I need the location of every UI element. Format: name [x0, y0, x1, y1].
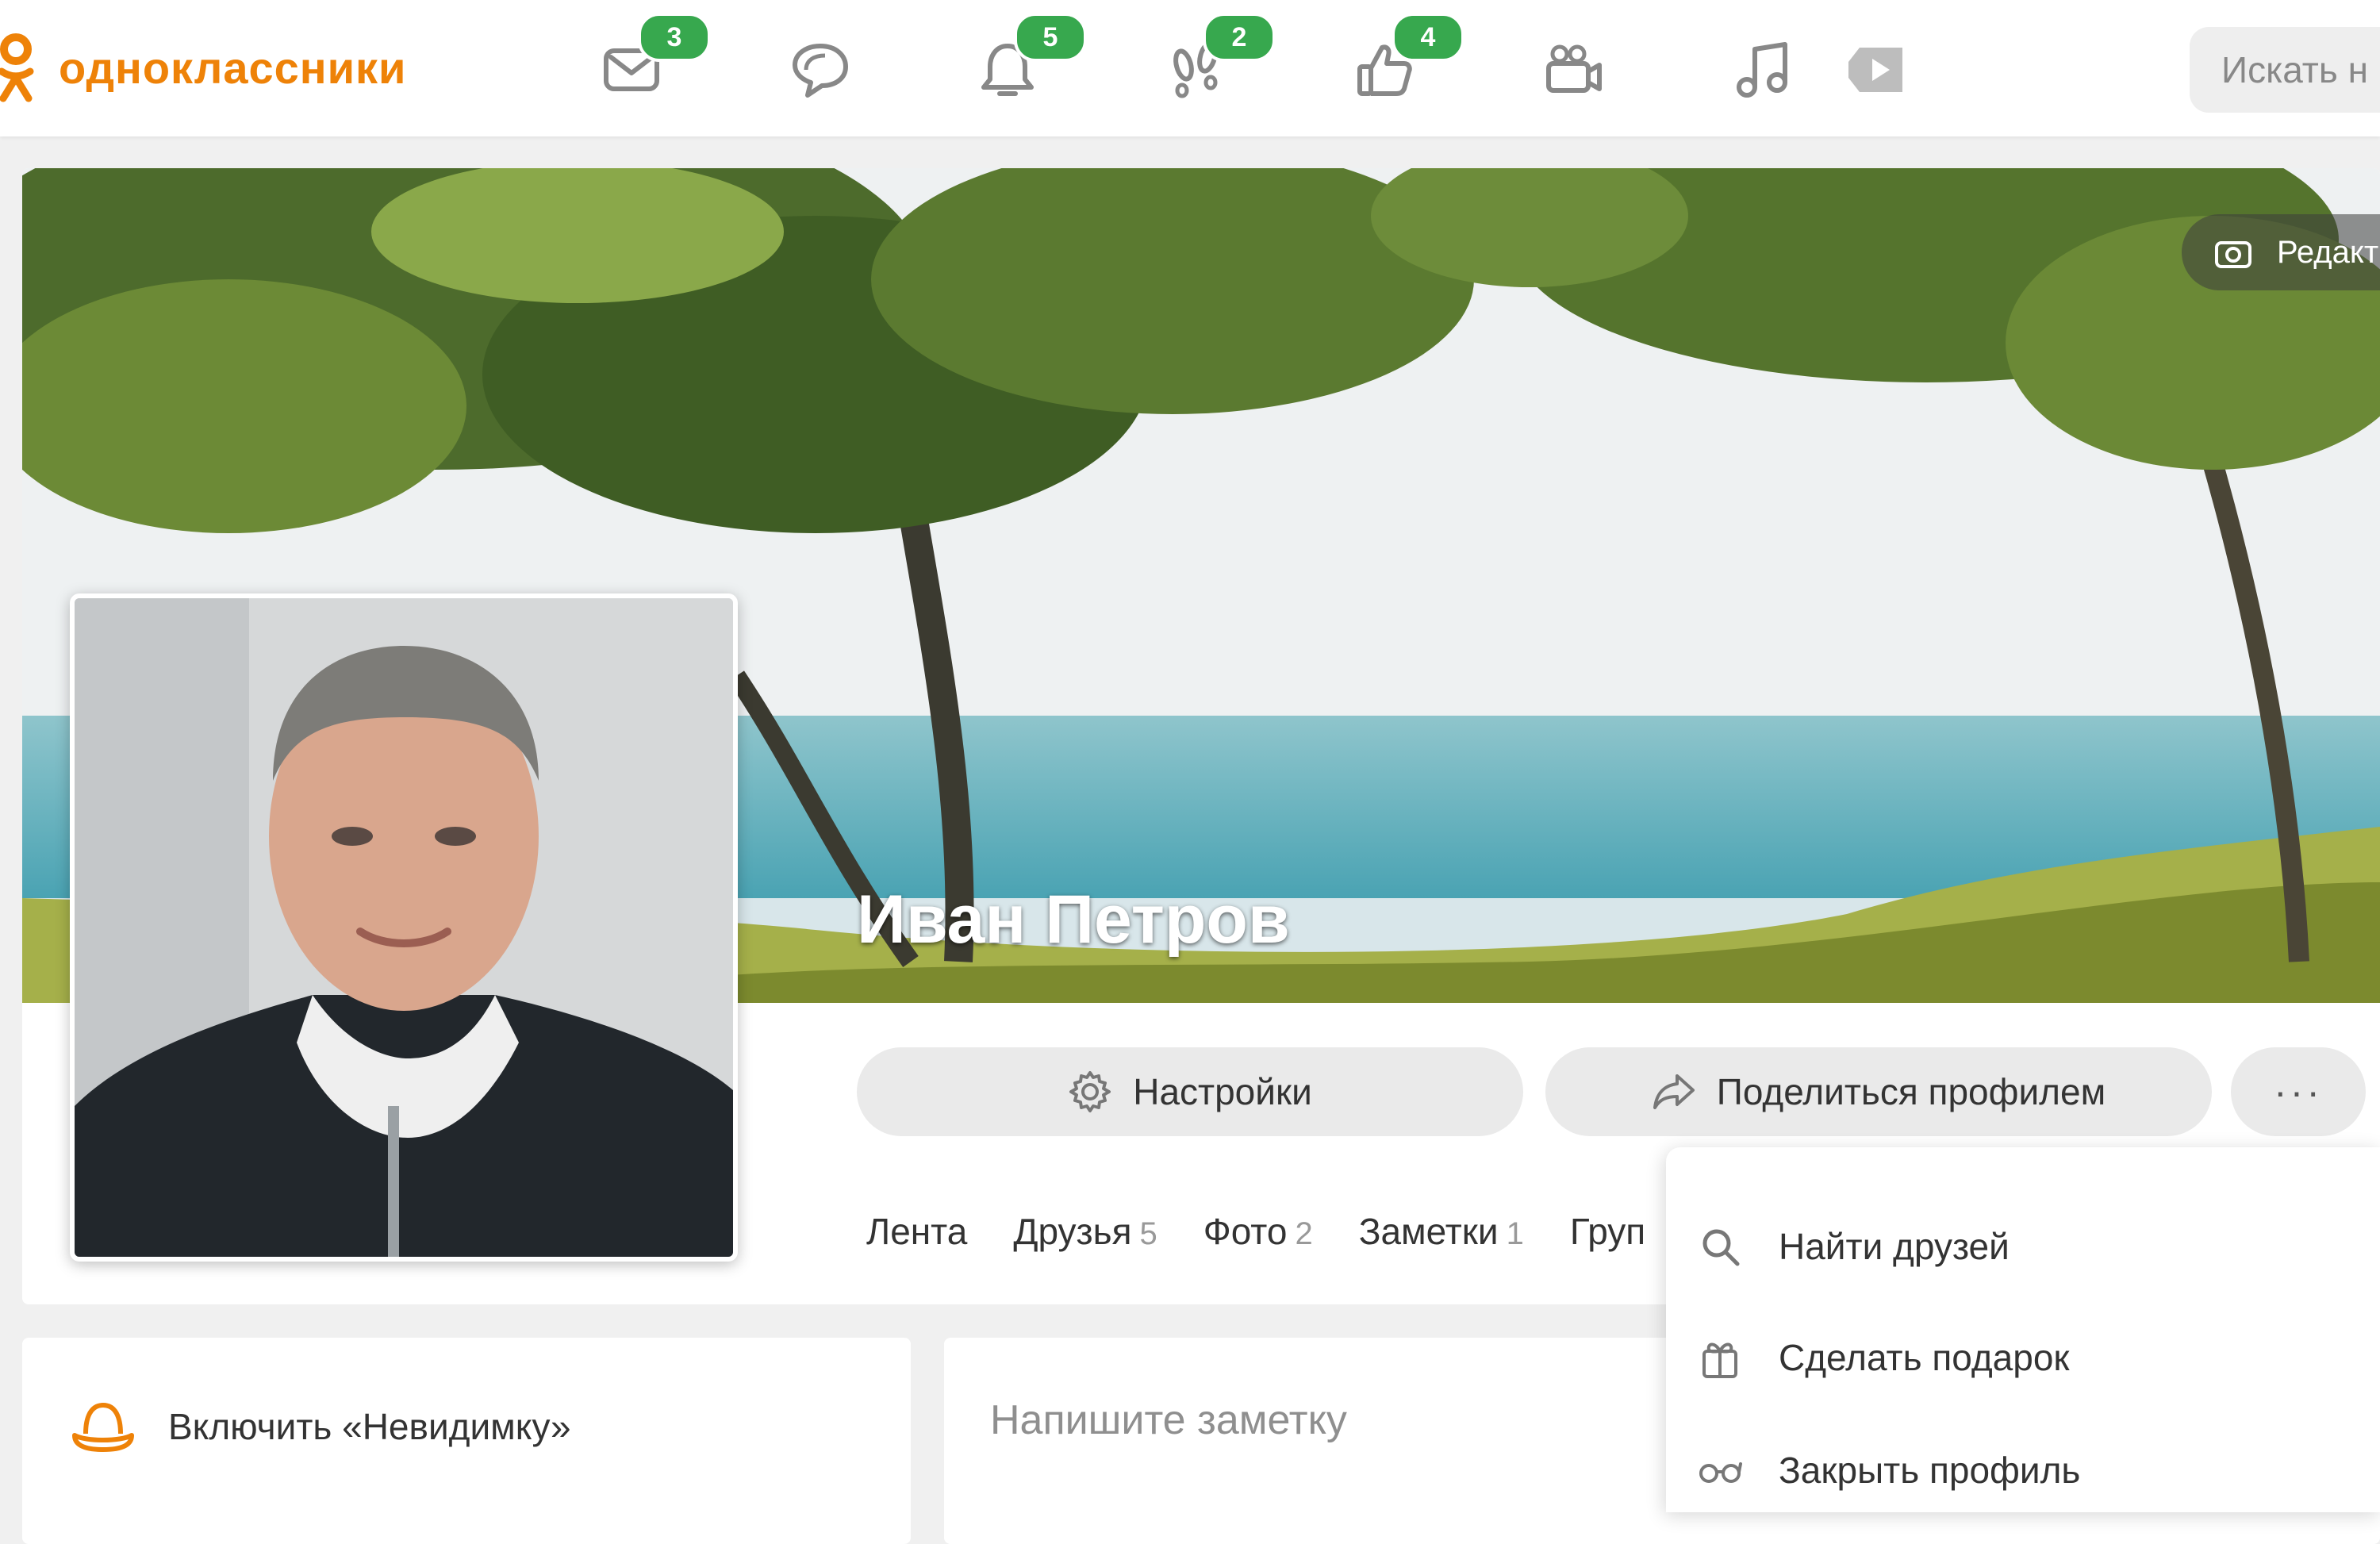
note-input[interactable]: Напишите заметку: [990, 1396, 1347, 1444]
music-note-icon: [1737, 42, 1787, 98]
avatar-portrait: [75, 598, 733, 1257]
tab-notes[interactable]: Заметки 1: [1359, 1210, 1524, 1266]
logo-text: одноклассники: [59, 42, 407, 93]
nav-notifications[interactable]: 5: [968, 13, 1087, 109]
notes-count: 1: [1506, 1216, 1524, 1251]
nav-discussions[interactable]: [781, 30, 860, 109]
settings-label: Настройки: [1133, 1071, 1312, 1112]
share-arrow-icon: [1653, 1074, 1695, 1109]
menu-item-find-friends[interactable]: Найти друзей: [1698, 1211, 2010, 1282]
more-button[interactable]: ···: [2231, 1047, 2366, 1136]
search-icon: [1702, 1229, 1740, 1266]
hat-icon: [72, 1402, 134, 1452]
glasses-icon: [1699, 1462, 1742, 1483]
gift-icon: [1702, 1342, 1737, 1378]
gear-icon: [1069, 1071, 1111, 1112]
tab-friends[interactable]: Друзья 5: [1013, 1210, 1157, 1266]
ok-logo-icon: [0, 33, 34, 102]
nav-events[interactable]: 4: [1345, 13, 1464, 109]
share-profile-button[interactable]: Поделиться профилем: [1545, 1047, 2212, 1136]
tab-feed[interactable]: Лента: [866, 1210, 967, 1266]
tab-photos[interactable]: Фото 2: [1203, 1210, 1313, 1266]
settings-button[interactable]: Настройки: [857, 1047, 1523, 1136]
nav-guests[interactable]: 2: [1157, 13, 1276, 109]
camera-icon: [2215, 241, 2251, 268]
profile-avatar[interactable]: [70, 593, 738, 1262]
events-badge: 4: [1392, 13, 1464, 62]
nav-video[interactable]: [1534, 30, 1614, 109]
video-camera-icon: [1546, 44, 1602, 93]
profile-name: Иван Петров: [857, 881, 1290, 958]
nav-messages[interactable]: 3: [592, 13, 711, 109]
tab-groups[interactable]: Груп: [1570, 1210, 1645, 1266]
guests-badge: 2: [1203, 13, 1276, 62]
friends-count: 5: [1139, 1216, 1157, 1251]
invisible-mode-toggle[interactable]: Включить «Невидимку»: [70, 1387, 571, 1466]
menu-item-close-profile[interactable]: Закрыть профиль: [1698, 1435, 2080, 1506]
chat-icon: [793, 44, 848, 98]
top-bar: одноклассники 3 5 2 4 Искать н: [0, 0, 2380, 136]
edit-cover-label: Редакт: [2277, 235, 2379, 270]
play-icon: [1848, 48, 1902, 92]
search-input[interactable]: Искать н: [2190, 27, 2380, 113]
nav-video-player[interactable]: [1837, 30, 1917, 109]
site-logo[interactable]: одноклассники: [0, 32, 406, 103]
edit-cover-button[interactable]: Редакт: [2182, 214, 2380, 290]
photos-count: 2: [1295, 1216, 1313, 1251]
notifications-badge: 5: [1014, 13, 1087, 62]
menu-item-gift[interactable]: Сделать подарок: [1698, 1322, 2070, 1393]
nav-music[interactable]: [1723, 30, 1802, 109]
invisible-mode-label: Включить «Невидимку»: [168, 1406, 571, 1447]
messages-badge: 3: [638, 13, 711, 62]
share-label: Поделиться профилем: [1716, 1071, 2106, 1112]
more-dropdown-menu: Найти друзей Сделать подарок Закрыть про…: [1666, 1147, 2380, 1512]
more-icon: ···: [2274, 1070, 2323, 1114]
profile-tabs: Лента Друзья 5 Фото 2 Заметки 1 Груп: [866, 1210, 1645, 1266]
